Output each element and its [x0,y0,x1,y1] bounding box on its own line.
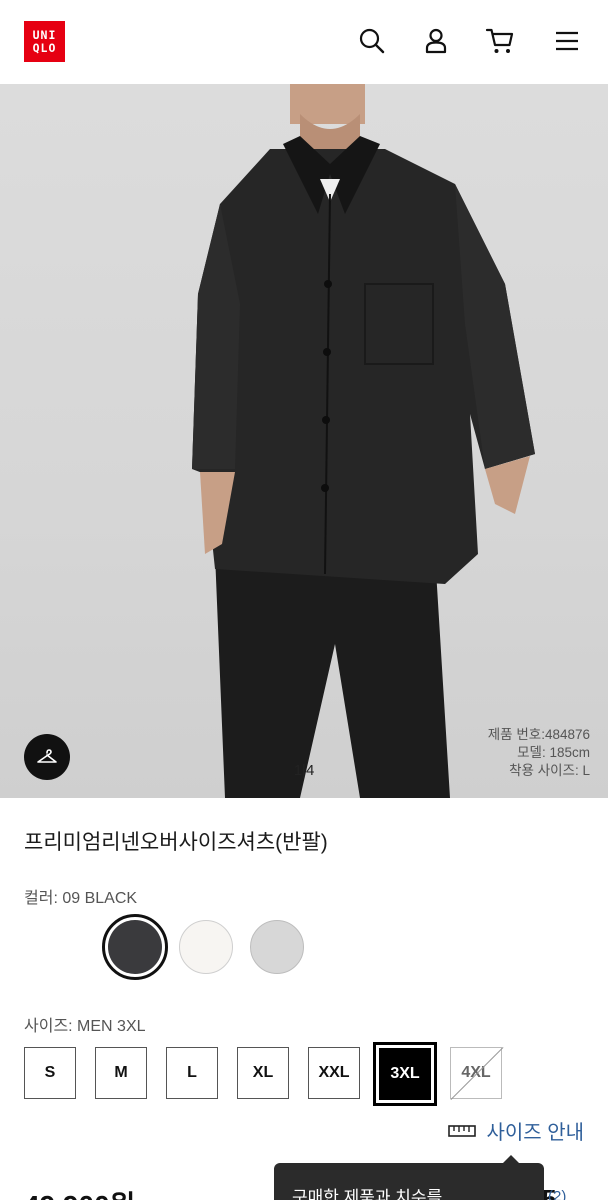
size-guide-label: 사이즈 안내 [486,1122,584,1144]
image-counter: 1|4 [293,762,315,779]
color-swatch-light-gray[interactable] [250,920,304,974]
size-button-l[interactable]: L [166,1047,218,1099]
color-swatch-black[interactable] [108,920,162,974]
color-label: 컬러: 09 BLACK [24,890,138,907]
size-label: 사이즈: MEN 3XL [24,1018,146,1035]
model-info: 제품 번호:484876 모델: 185cm 착용 사이즈: L [488,726,590,780]
logo-line-1: UNI [32,27,57,42]
product-image-gallery[interactable]: 1|4 제품 번호:484876 모델: 185cm 착용 사이즈: L [0,84,608,798]
cart-icon[interactable] [485,26,515,56]
site-header: UNI QLO [0,0,608,84]
size-tooltip: 구매한 제품과 치수를 [274,1155,544,1200]
fit-size: 착용 사이즈: L [509,763,590,778]
account-icon[interactable] [421,26,451,56]
model-photo [192,84,535,798]
ruler-icon [448,1124,477,1137]
size-button-4xl[interactable]: 4XL [450,1047,502,1099]
size-button-s[interactable]: S [24,1047,76,1099]
size-button-xl[interactable]: XL [237,1047,289,1099]
hanger-icon[interactable] [24,734,70,780]
color-swatch-off-white[interactable] [179,920,233,974]
model-height: 모델: 185cm [517,745,590,760]
size-button-3xl[interactable]: 3XL [373,1042,437,1106]
search-icon[interactable] [357,26,387,56]
logo-line-2: QLO [32,40,57,55]
size-guide-link[interactable]: 사이즈 안내 [448,1116,584,1145]
review-count-link[interactable]: (2) [548,1188,566,1200]
size-button-xxl[interactable]: XXL [308,1047,360,1099]
product-number: 제품 번호:484876 [487,727,590,742]
menu-icon[interactable] [552,26,582,56]
price: 49,900원 [24,1184,135,1200]
uniqlo-logo[interactable]: UNI QLO [24,21,65,62]
product-title: 프리미엄리넨오버사이즈셔츠(반팔) [24,831,328,854]
size-button-m[interactable]: M [95,1047,147,1099]
